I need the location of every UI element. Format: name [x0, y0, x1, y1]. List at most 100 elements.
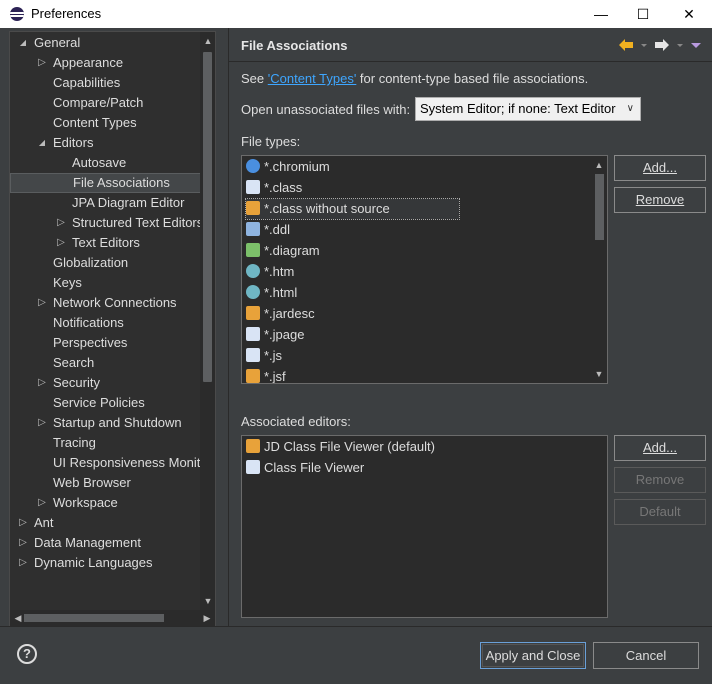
- tree-collapsed-icon[interactable]: ▷: [37, 373, 47, 393]
- file-type-item[interactable]: *.chromium: [246, 157, 330, 177]
- tree-item[interactable]: Capabilities: [10, 73, 202, 93]
- file-type-item[interactable]: *.class without source: [245, 198, 460, 220]
- view-menu-icon[interactable]: [690, 38, 702, 52]
- scroll-down-icon[interactable]: ▼: [592, 369, 606, 379]
- default-editor-button[interactable]: Default: [614, 499, 706, 525]
- tree-expanded-icon[interactable]: ◢: [37, 133, 47, 153]
- tree-item[interactable]: Search: [10, 353, 202, 373]
- tree-collapsed-icon[interactable]: ▷: [37, 493, 47, 513]
- tree-item[interactable]: Web Browser: [10, 473, 202, 493]
- file-types-scroll-thumb[interactable]: [595, 174, 604, 240]
- tree-item[interactable]: Content Types: [10, 113, 202, 133]
- tree-item-label: Search: [53, 355, 95, 370]
- tree-collapsed-icon[interactable]: ▷: [37, 293, 47, 313]
- tree-item[interactable]: Compare/Patch: [10, 93, 202, 113]
- tree-collapsed-icon[interactable]: ▷: [37, 53, 47, 73]
- associated-editors-list[interactable]: JD Class File Viewer (default) Class File…: [241, 435, 608, 618]
- file-type-name: *.ddl: [264, 222, 291, 237]
- diagram-icon: [246, 243, 260, 257]
- file-types-list[interactable]: *.chromium *.class *.class without source *…: [241, 155, 608, 384]
- remove-editor-button[interactable]: Remove: [614, 467, 706, 493]
- scroll-up-icon[interactable]: ▲: [592, 160, 606, 170]
- tree-item[interactable]: Tracing: [10, 433, 202, 453]
- tree-item[interactable]: Perspectives: [10, 333, 202, 353]
- tree-item-label: Tracing: [53, 435, 96, 450]
- file-type-item[interactable]: *.diagram: [246, 241, 320, 261]
- forward-dropdown-icon[interactable]: [676, 38, 684, 52]
- tree-item[interactable]: Service Policies: [10, 393, 202, 413]
- close-button[interactable]: ✕: [666, 0, 712, 28]
- file-type-item[interactable]: *.htm: [246, 262, 294, 282]
- tree-hscroll-thumb[interactable]: [24, 614, 164, 622]
- tree-item[interactable]: ▷ Dynamic Languages: [10, 553, 202, 573]
- tree-collapsed-icon[interactable]: ▷: [18, 553, 28, 573]
- tree-item-label: Keys: [53, 275, 82, 290]
- scroll-down-icon[interactable]: ▼: [201, 596, 215, 606]
- file-type-item[interactable]: *.jpage: [246, 325, 304, 345]
- remove-file-type-button[interactable]: Remove: [614, 187, 706, 213]
- add-file-type-button[interactable]: Add...: [614, 155, 706, 181]
- tree-item-label: Structured Text Editors: [72, 215, 202, 230]
- jpage-file-icon: [246, 327, 260, 341]
- tree-item[interactable]: ◢ Editors: [10, 133, 202, 153]
- file-type-item[interactable]: *.jsf: [246, 367, 286, 383]
- tree-collapsed-icon[interactable]: ▷: [56, 233, 66, 253]
- associated-editor-item[interactable]: JD Class File Viewer (default): [246, 437, 435, 457]
- tree-collapsed-icon[interactable]: ▷: [37, 413, 47, 433]
- cancel-button[interactable]: Cancel: [593, 642, 699, 669]
- content-types-link[interactable]: 'Content Types': [268, 71, 357, 86]
- tree-item[interactable]: ▷ Structured Text Editors: [10, 213, 202, 233]
- help-icon[interactable]: ?: [17, 644, 37, 664]
- scroll-right-icon[interactable]: ▶: [200, 613, 214, 623]
- apply-and-close-button[interactable]: Apply and Close: [480, 642, 586, 669]
- file-type-item[interactable]: *.jardesc: [246, 304, 315, 324]
- tree-item[interactable]: JPA Diagram Editor: [10, 193, 202, 213]
- tree-item[interactable]: ▷ Network Connections: [10, 293, 202, 313]
- open-unassociated-select[interactable]: System Editor; if none: Text Editor ∨: [415, 97, 641, 121]
- tree-item[interactable]: UI Responsiveness Monitoring: [10, 453, 202, 473]
- file-type-name: *.chromium: [264, 159, 330, 174]
- scroll-left-icon[interactable]: ◀: [11, 613, 25, 623]
- scroll-up-icon[interactable]: ▲: [201, 36, 215, 46]
- back-arrow-icon[interactable]: [618, 38, 634, 52]
- maximize-button[interactable]: ☐: [620, 0, 666, 28]
- tree-item[interactable]: Keys: [10, 273, 202, 293]
- file-types-scrollbar[interactable]: ▲ ▼: [591, 156, 607, 383]
- tree-item-label: Startup and Shutdown: [53, 415, 182, 430]
- tree-scroll-thumb[interactable]: [203, 52, 212, 382]
- forward-arrow-icon[interactable]: [654, 38, 670, 52]
- tree-item[interactable]: Autosave: [10, 153, 202, 173]
- tree-collapsed-icon[interactable]: ▷: [18, 513, 28, 533]
- file-type-item[interactable]: *.ddl: [246, 220, 290, 240]
- file-type-name: *.js: [264, 348, 283, 363]
- tree-item[interactable]: ▷ Text Editors: [10, 233, 202, 253]
- ddl-file-icon: [246, 222, 260, 236]
- tree-item-label: Text Editors: [72, 235, 140, 250]
- back-dropdown-icon[interactable]: [640, 38, 648, 52]
- coffee-icon: [246, 201, 260, 215]
- tree-vertical-scrollbar[interactable]: ▲ ▼: [200, 32, 215, 610]
- file-type-item[interactable]: *.class: [246, 178, 302, 198]
- remove-file-type-label: Remove: [635, 192, 685, 207]
- tree-item[interactable]: Globalization: [10, 253, 202, 273]
- add-editor-button[interactable]: Add...: [614, 435, 706, 461]
- tree-item[interactable]: ▷ Workspace: [10, 493, 202, 513]
- file-type-item[interactable]: *.js: [246, 346, 282, 366]
- minimize-button[interactable]: —: [578, 0, 624, 28]
- tree-item-label: Service Policies: [53, 395, 145, 410]
- tree-item[interactable]: ▷ Ant: [10, 513, 202, 533]
- file-type-name: *.htm: [264, 264, 295, 279]
- tree-item[interactable]: ▷ Appearance: [10, 53, 202, 73]
- tree-collapsed-icon[interactable]: ▷: [18, 533, 28, 553]
- file-type-item[interactable]: *.html: [246, 283, 297, 303]
- tree-item[interactable]: ▷ Startup and Shutdown: [10, 413, 202, 433]
- associated-editor-item[interactable]: Class File Viewer: [246, 458, 364, 478]
- tree-item[interactable]: File Associations: [10, 173, 201, 193]
- tree-item[interactable]: ◢ General: [10, 33, 202, 53]
- tree-collapsed-icon[interactable]: ▷: [56, 213, 66, 233]
- tree-item[interactable]: ▷ Data Management: [10, 533, 202, 553]
- tree-item[interactable]: ▷ Security: [10, 373, 202, 393]
- tree-expanded-icon[interactable]: ◢: [18, 33, 28, 53]
- tree-item[interactable]: Notifications: [10, 313, 202, 333]
- tree-horizontal-scrollbar[interactable]: ◀ ▶: [10, 610, 215, 626]
